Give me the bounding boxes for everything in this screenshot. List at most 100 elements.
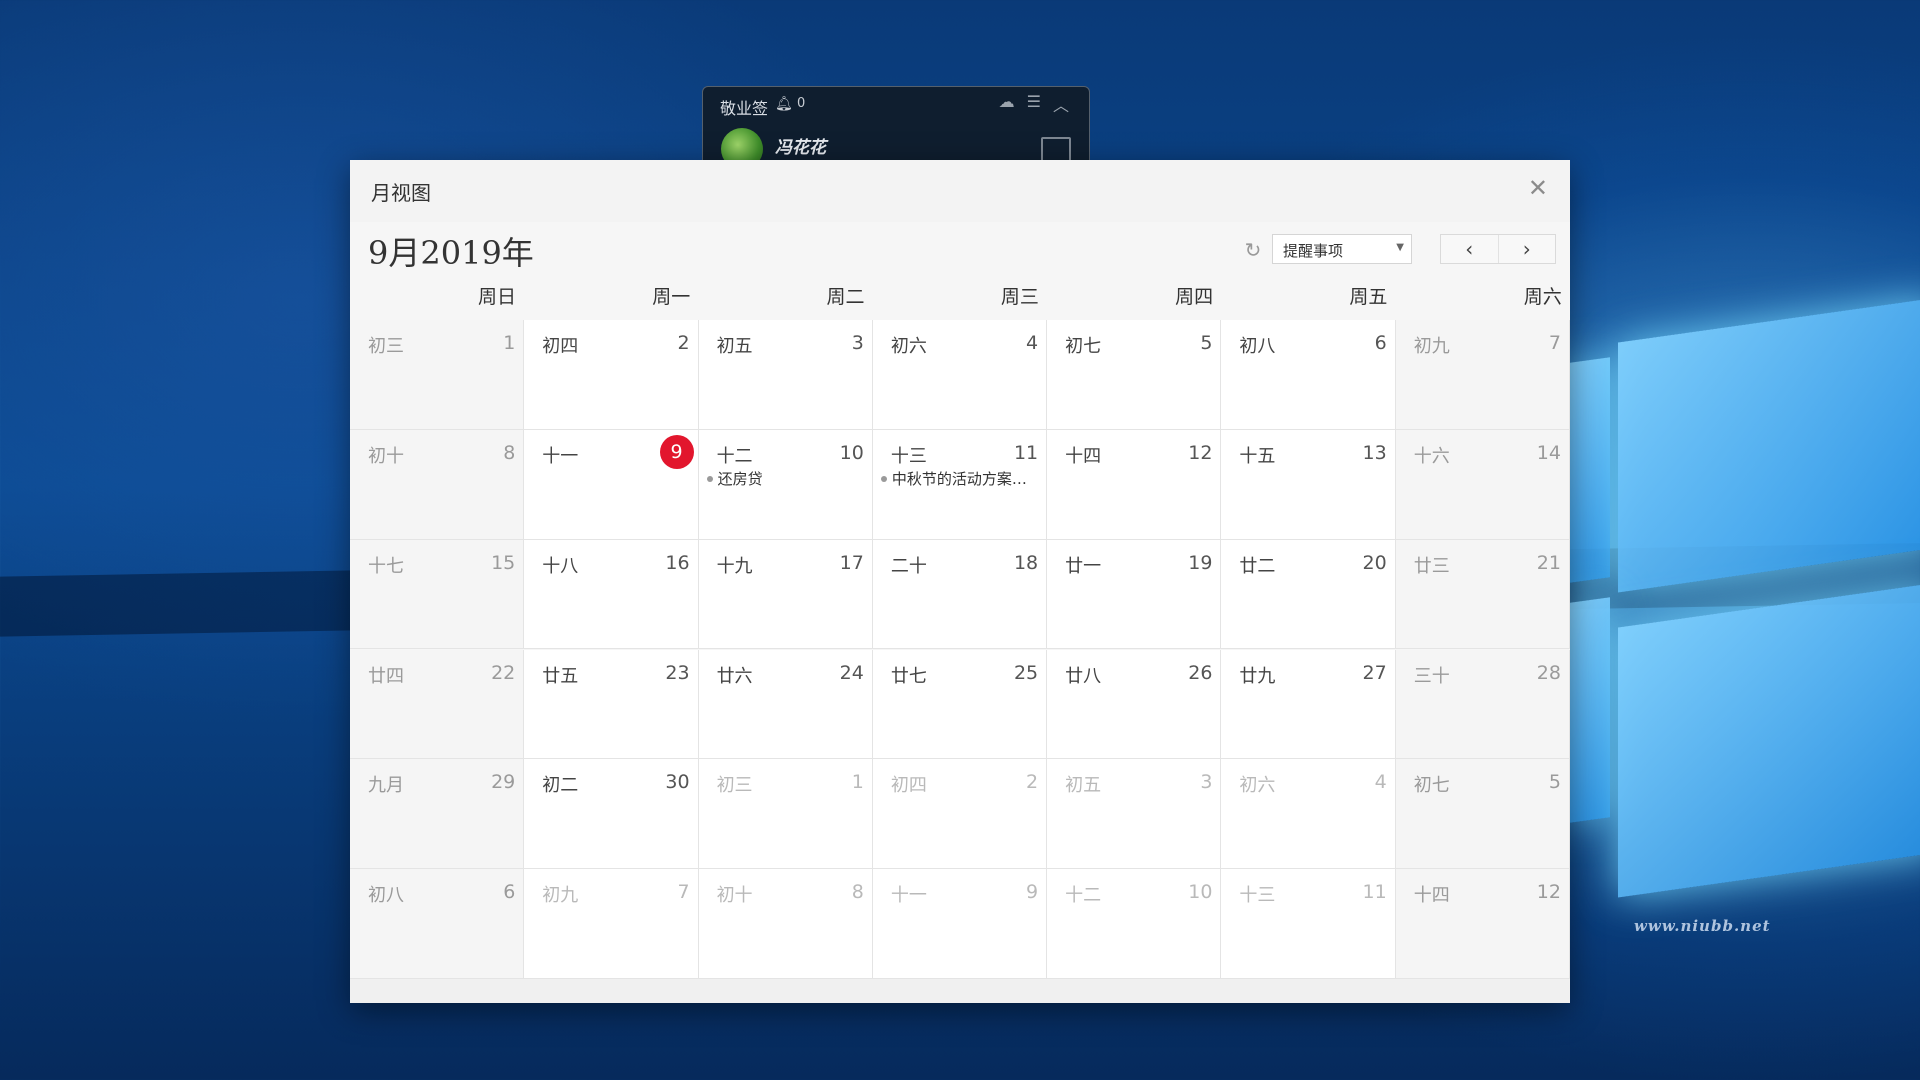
day-number: 3 [1200, 771, 1213, 794]
day-number: 3 [851, 332, 864, 354]
day-number: 20 [1362, 551, 1387, 574]
calendar-day-cell[interactable]: 初四 2 [872, 759, 1048, 870]
calendar-day-cell[interactable]: 初六 4 [1221, 759, 1396, 870]
day-number: 19 [1188, 551, 1213, 574]
event-item[interactable]: 还房贷 [706, 468, 763, 489]
calendar-day-cell[interactable]: 九月 29 [350, 759, 525, 870]
calendar-day-cell[interactable]: 十三 11 中秋节的活动方案… [872, 429, 1048, 540]
calendar-day-cell[interactable]: 初二 30 [524, 759, 699, 870]
windows-logo [1560, 297, 1920, 920]
titlebar: 月视图 ✕ [350, 160, 1570, 222]
lunar-date: 初三 [716, 775, 753, 797]
calendar-day-cell[interactable]: 十七 15 [350, 539, 525, 650]
calendar-day-cell[interactable]: 初十 8 [350, 429, 525, 540]
next-month-button[interactable]: › [1497, 235, 1556, 263]
close-icon[interactable]: ✕ [1528, 174, 1548, 202]
sticky-notes-widget[interactable]: 敬业签 🔔︎ 0 ☁ ☰ ︿ 冯花花 [702, 86, 1090, 168]
calendar-day-cell[interactable]: 廿九 27 [1221, 649, 1396, 760]
lunar-date: 十四 [1413, 885, 1450, 907]
calendar-day-cell[interactable]: 二十 18 [872, 539, 1048, 650]
calendar-day-cell[interactable]: 十一 9 [872, 869, 1048, 979]
lunar-date: 廿九 [1239, 665, 1276, 687]
filter-select[interactable]: 提醒事项 ▼ [1272, 234, 1412, 264]
calendar-day-cell[interactable]: 初六 4 [872, 320, 1048, 430]
event-title: 中秋节的活动方案… [891, 469, 1027, 488]
calendar-day-cell[interactable]: 初五 3 [1047, 759, 1222, 870]
watermark: www.niubb.net [1634, 917, 1771, 935]
lunar-date: 二十 [890, 555, 927, 577]
calendar-day-cell[interactable]: 初五 3 [698, 320, 873, 430]
day-number: 7 [1548, 332, 1561, 354]
day-number: 10 [1188, 881, 1213, 904]
day-number: 22 [491, 661, 516, 684]
calendar-day-cell[interactable]: 廿五 23 [524, 649, 699, 760]
calendar-day-cell[interactable]: 初七 5 [1395, 759, 1570, 870]
lunar-date: 十七 [368, 555, 404, 577]
calendar-day-cell[interactable]: 廿一 19 [1047, 539, 1222, 650]
calendar-day-cell[interactable]: 十八 16 [524, 539, 699, 650]
lunar-date: 十三 [890, 445, 927, 467]
weekday-label: 周五 [1349, 286, 1388, 308]
calendar-day-cell[interactable]: 十九 17 [698, 539, 873, 650]
calendar-day-cell[interactable]: 初九 7 [1395, 320, 1570, 430]
calendar-day-cell[interactable]: 初十 8 [698, 869, 873, 979]
calendar-day-cell[interactable]: 廿六 24 [698, 649, 873, 760]
day-number: 5 [1548, 771, 1561, 794]
calendar-day-cell[interactable]: 初三 1 [698, 759, 873, 870]
event-item[interactable]: 中秋节的活动方案… [880, 468, 1027, 489]
calendar-day-cell[interactable]: 廿三 21 [1395, 539, 1570, 650]
calendar-day-cell[interactable]: 初三 1 [350, 320, 525, 430]
day-number: 1 [503, 332, 516, 354]
menu-icon[interactable]: ☰ [1027, 92, 1041, 116]
day-number: 6 [1374, 332, 1387, 354]
day-number: 17 [839, 551, 864, 574]
lunar-date: 初七 [1413, 775, 1450, 797]
refresh-icon[interactable]: ↻ [1240, 237, 1266, 263]
day-number: 15 [491, 551, 516, 574]
day-number: 10 [839, 441, 864, 464]
lunar-date: 廿四 [368, 665, 404, 687]
calendar-day-cell[interactable]: 廿八 26 [1047, 649, 1222, 760]
calendar-day-cell[interactable]: 十三 11 [1221, 869, 1396, 979]
lunar-date: 十九 [716, 555, 753, 577]
calendar-day-cell[interactable]: 初八 6 [350, 869, 525, 979]
calendar-day-cell[interactable]: 初九 7 [524, 869, 699, 979]
calendar-day-cell[interactable]: 廿二 20 [1221, 539, 1396, 650]
lunar-date: 初四 [890, 775, 927, 797]
lunar-date: 十三 [1239, 885, 1276, 907]
day-number: 9 [1026, 881, 1039, 904]
calendar-day-cell[interactable]: 廿七 25 [872, 649, 1048, 760]
calendar-day-cell[interactable]: 十六 14 [1395, 429, 1570, 540]
calendar-day-cell[interactable]: 十二 10 还房贷 [698, 429, 873, 540]
cloud-sync-icon[interactable]: ☁ [999, 92, 1015, 116]
calendar-day-cell[interactable]: 十四 12 [1047, 429, 1222, 540]
calendar-day-cell[interactable]: 十五 13 [1221, 429, 1396, 540]
calendar-day-cell[interactable]: 十四 12 [1395, 869, 1570, 979]
calendar-day-cell[interactable]: 廿四 22 [350, 649, 525, 760]
calendar-day-cell[interactable]: 初八 6 [1221, 320, 1396, 430]
lunar-date: 廿五 [542, 665, 579, 687]
calendar-day-cell[interactable]: 十一 9 [524, 429, 699, 540]
day-number: 18 [1013, 551, 1039, 574]
lunar-date: 廿二 [1239, 555, 1276, 577]
day-number: 2 [1026, 771, 1039, 794]
weekday-header: 周日 周一 周二 周三 周四 周五 周六 [350, 282, 1570, 312]
lunar-date: 初八 [368, 885, 404, 907]
calendar-day-cell[interactable]: 初七 5 [1047, 320, 1222, 430]
day-number: 12 [1536, 881, 1561, 904]
day-number: 4 [1374, 771, 1387, 794]
weekday-label: 周四 [1175, 286, 1214, 308]
calendar-day-cell[interactable]: 三十 28 [1395, 649, 1570, 760]
bell-icon[interactable]: 🔔︎ [775, 96, 793, 112]
dropdown-arrow-icon: ▼ [1396, 242, 1404, 253]
previous-month-button[interactable]: ‹ [1441, 235, 1498, 263]
day-number: 8 [503, 441, 516, 464]
day-number: 1 [851, 771, 864, 794]
calendar-day-cell[interactable]: 初四 2 [524, 320, 699, 430]
day-number: 2 [677, 332, 690, 354]
window-title: 月视图 [371, 181, 431, 205]
weekday-label: 周六 [1523, 286, 1562, 308]
collapse-icon[interactable]: ︿ [1053, 92, 1069, 116]
calendar-day-cell[interactable]: 十二 10 [1047, 869, 1222, 979]
day-number: 27 [1362, 661, 1387, 684]
